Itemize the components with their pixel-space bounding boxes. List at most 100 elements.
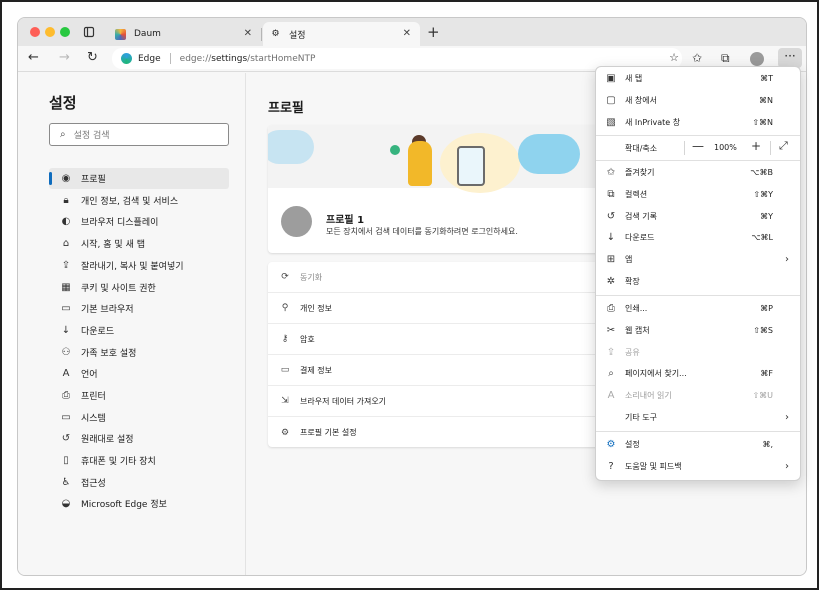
menu-zoom: 확대/축소 — 100% + ⤢ bbox=[596, 137, 800, 158]
sidebar-item-start-home[interactable]: ⌂ 시작, 홈 및 새 탭 bbox=[49, 233, 229, 254]
menu-new-inprivate[interactable]: ▧ 새 InPrivate 창 ⇧⌘N bbox=[596, 112, 800, 133]
profile-settings-list: ⟳ 동기화 ⚲ 개인 정보 ⚷ 암호 ▭ 결제 정보 ⇲ 브라우저 데이터 가져오기 ⚙ 프… bbox=[268, 262, 608, 447]
close-tab-icon[interactable]: ✕ bbox=[244, 28, 252, 39]
menu-extensions[interactable]: ✲ 확장 bbox=[596, 271, 800, 292]
sidebar-item-downloads[interactable]: ↓ 다운로드 bbox=[49, 320, 229, 341]
web-capture-icon: ✂ bbox=[606, 325, 616, 336]
profile-description: 모든 장치에서 검색 데이터를 동기화하려면 로그인하세요. bbox=[326, 227, 518, 236]
address-brand: Edge bbox=[138, 53, 161, 64]
row-personal-info[interactable]: ⚲ 개인 정보 bbox=[268, 293, 608, 324]
row-payment-info[interactable]: ▭ 결제 정보 bbox=[268, 355, 608, 386]
add-favorite-star-icon[interactable]: ☆ bbox=[669, 51, 679, 64]
menu-more-tools[interactable]: 기타 도구 › bbox=[596, 407, 800, 428]
back-arrow-icon[interactable]: ← bbox=[28, 50, 39, 65]
menu-new-window[interactable]: ▢ 새 창에서 ⌘N bbox=[596, 90, 800, 111]
forward-arrow-icon[interactable]: → bbox=[59, 50, 70, 65]
menu-help-feedback[interactable]: ? 도움말 및 피드백 › bbox=[596, 456, 800, 477]
family-icon: ⚇ bbox=[61, 347, 71, 358]
sidebar-item-label: 브라우저 디스플레이 bbox=[81, 218, 159, 228]
menu-favorites[interactable]: ✩ 즐겨찾기 ⌥⌘B bbox=[596, 162, 800, 183]
sidebar-item-default-browser[interactable]: ▭ 기본 브라우저 bbox=[49, 298, 229, 319]
printer-icon: ⎙ bbox=[62, 390, 70, 401]
row-label: 브라우저 데이터 가져오기 bbox=[300, 396, 387, 406]
download-icon: ↓ bbox=[606, 232, 616, 243]
row-profile-preferences[interactable]: ⚙ 프로필 기본 설정 bbox=[268, 417, 608, 448]
sidebar-item-label: 프린터 bbox=[81, 392, 106, 402]
sidebar-item-profile[interactable]: ◉ 프로필 bbox=[49, 168, 229, 189]
menu-divider bbox=[596, 160, 800, 161]
sidebar-item-system[interactable]: ▭ 시스템 bbox=[49, 407, 229, 428]
row-passwords[interactable]: ⚷ 암호 bbox=[268, 324, 608, 355]
fullscreen-icon[interactable]: ⤢ bbox=[779, 139, 788, 153]
close-tab-icon[interactable]: ✕ bbox=[403, 28, 411, 39]
search-icon: ⌕ bbox=[60, 129, 66, 140]
page-title: 프로필 bbox=[268, 101, 304, 116]
favorites-star-icon[interactable]: ✩ bbox=[692, 51, 702, 65]
profile-name: 프로필 1 bbox=[326, 215, 365, 226]
zoom-out-button[interactable]: — bbox=[692, 139, 704, 153]
menu-new-tab[interactable]: ▣ 새 탭 ⌘T bbox=[596, 68, 800, 89]
close-window-button[interactable] bbox=[30, 27, 40, 37]
menu-collections[interactable]: ⧉ 컬렉션 ⇧⌘Y bbox=[596, 184, 800, 205]
gear-icon: ⚙ bbox=[271, 29, 280, 39]
cloud-illustration bbox=[268, 130, 314, 164]
menu-find-in-page[interactable]: ⌕ 페이지에서 찾기... ⌘F bbox=[596, 363, 800, 384]
more-menu-button[interactable]: ··· bbox=[778, 48, 802, 68]
sidebar-item-languages[interactable]: A 언어 bbox=[49, 363, 229, 384]
zoom-in-button[interactable]: + bbox=[751, 139, 761, 153]
zoom-divider bbox=[684, 141, 685, 155]
phone-icon: ▯ bbox=[63, 455, 69, 466]
sidebar-item-label: 잘라내기, 복사 및 붙여넣기 bbox=[81, 262, 184, 272]
address-bar[interactable]: Edge edge://settings/startHomeNTP ☆ bbox=[112, 48, 682, 69]
row-import-data[interactable]: ⇲ 브라우저 데이터 가져오기 bbox=[268, 386, 608, 417]
sidebar-item-share[interactable]: ⇪ 잘라내기, 복사 및 붙여넣기 bbox=[49, 255, 229, 276]
sync-icon: ⟳ bbox=[281, 272, 289, 282]
tab-actions-icon[interactable] bbox=[83, 26, 95, 38]
collections-icon[interactable]: ⧉ bbox=[721, 51, 730, 66]
sidebar-item-family[interactable]: ⚇ 가족 보호 설정 bbox=[49, 342, 229, 363]
sidebar-item-label: 휴대폰 및 기타 장치 bbox=[81, 457, 156, 467]
tab-separator bbox=[261, 28, 262, 41]
sidebar-item-label: Microsoft Edge 정보 bbox=[81, 500, 167, 510]
menu-history[interactable]: ↺ 검색 기록 ⌘Y bbox=[596, 206, 800, 227]
extensions-icon: ✲ bbox=[606, 276, 616, 287]
settings-search-input[interactable]: ⌕ 설정 검색 bbox=[49, 123, 229, 146]
menu-apps[interactable]: ⊞ 앱 › bbox=[596, 249, 800, 270]
sidebar-item-printers[interactable]: ⎙ 프린터 bbox=[49, 385, 229, 406]
tab-settings[interactable]: ⚙ 설정 ✕ bbox=[263, 22, 420, 46]
row-label: 결제 정보 bbox=[300, 365, 332, 375]
sidebar-item-reset[interactable]: ↺ 원래대로 설정 bbox=[49, 428, 229, 449]
menu-web-capture[interactable]: ✂ 웹 캡처 ⇧⌘S bbox=[596, 320, 800, 341]
sidebar-item-label: 언어 bbox=[81, 370, 98, 380]
row-sync[interactable]: ⟳ 동기화 bbox=[268, 262, 608, 293]
row-label: 동기화 bbox=[300, 272, 323, 282]
sidebar-item-about[interactable]: ◒ Microsoft Edge 정보 bbox=[49, 493, 229, 514]
sidebar-item-privacy[interactable]: 🔒︎ 개인 정보, 검색 및 서비스 bbox=[49, 190, 229, 211]
sidebar-item-cookies[interactable]: ▦ 쿠키 및 사이트 권한 bbox=[49, 277, 229, 298]
new-tab-plus-icon[interactable]: + bbox=[427, 23, 440, 41]
sidebar-item-label: 원래대로 설정 bbox=[81, 435, 134, 445]
chevron-right-icon: › bbox=[785, 254, 789, 265]
row-label: 암호 bbox=[300, 334, 315, 344]
minimize-window-button[interactable] bbox=[45, 27, 55, 37]
menu-downloads[interactable]: ↓ 다운로드 ⌥⌘L bbox=[596, 227, 800, 248]
tab-daum[interactable]: Daum ✕ bbox=[108, 22, 261, 46]
menu-print[interactable]: ⎙ 인쇄... ⌘P bbox=[596, 298, 800, 319]
screenshot-frame: Daum ✕ ⚙ 설정 ✕ + ← → ↻ Edge edge://settin… bbox=[0, 0, 819, 590]
sidebar-item-appearance[interactable]: ◐ 브라우저 디스플레이 bbox=[49, 211, 229, 232]
profile-settings-icon: ⚙ bbox=[280, 427, 290, 438]
menu-settings[interactable]: ⚙ 설정 ⌘, bbox=[596, 434, 800, 455]
new-window-icon: ▢ bbox=[606, 95, 616, 106]
chevron-right-icon: › bbox=[785, 412, 789, 423]
refresh-icon[interactable]: ↻ bbox=[87, 50, 98, 65]
person-illustration bbox=[408, 141, 432, 186]
maximize-window-button[interactable] bbox=[60, 27, 70, 37]
sidebar-item-accessibility[interactable]: ♿︎ 접근성 bbox=[49, 472, 229, 493]
sidebar-item-phone[interactable]: ▯ 휴대폰 및 기타 장치 bbox=[49, 450, 229, 471]
profile-banner-illustration bbox=[268, 125, 608, 193]
tab-label: Daum bbox=[134, 29, 161, 39]
edge-logo-icon bbox=[121, 53, 132, 64]
zoom-divider bbox=[770, 141, 771, 155]
profile-avatar-icon[interactable] bbox=[750, 52, 764, 66]
sidebar-item-label: 시스템 bbox=[81, 414, 106, 424]
